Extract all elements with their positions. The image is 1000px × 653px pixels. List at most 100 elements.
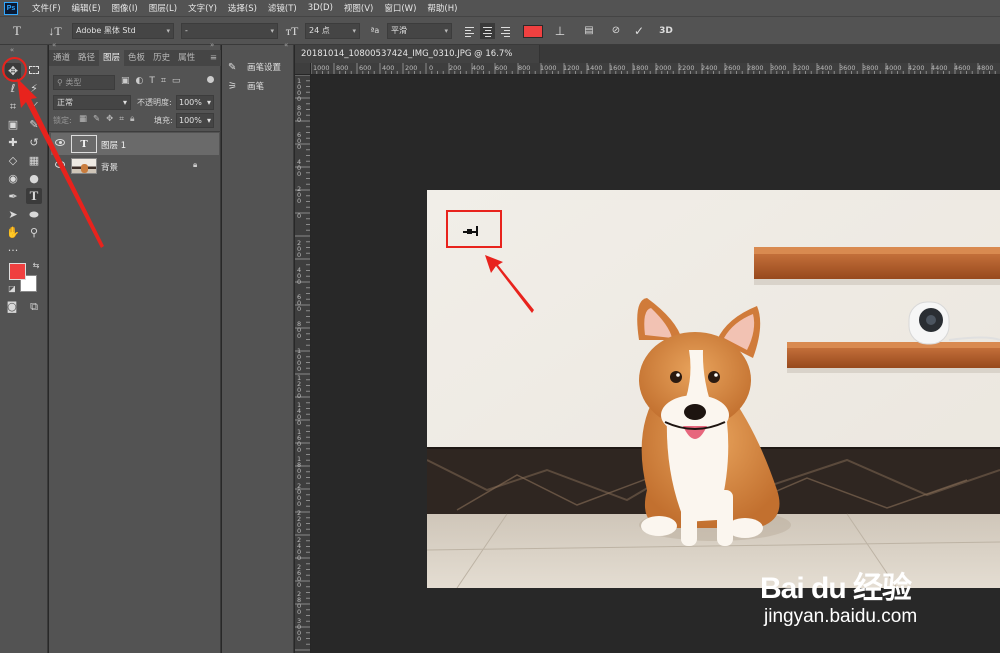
tab-history[interactable]: 历史 [149, 50, 174, 66]
frame-tool-icon[interactable]: ▣ [5, 117, 21, 133]
align-center-button[interactable] [480, 23, 495, 39]
swap-colors-icon[interactable]: ⇆ [28, 258, 44, 274]
fill-input[interactable]: 100% ▾ [176, 113, 214, 128]
ruler-origin[interactable] [295, 63, 311, 75]
character-panel-icon[interactable]: ▤ [582, 24, 596, 38]
ruler-tick-label: 800 [297, 104, 302, 124]
tab-properties[interactable]: 属性 [174, 50, 199, 66]
zoom-tool-icon[interactable]: ⚲ [26, 225, 42, 241]
ellipse-tool-icon[interactable]: ⬬ [26, 207, 42, 223]
visibility-eye-icon[interactable] [55, 139, 65, 146]
tab-layers[interactable]: 图层 [99, 50, 125, 66]
type-tool-preset-icon[interactable]: T [10, 24, 24, 38]
font-family-value: Adobe 黑体 Std [76, 26, 136, 35]
ruler-tick-label: 4600 [954, 64, 971, 72]
lasso-tool-icon[interactable]: ℓ [5, 81, 21, 97]
crop-tool-icon[interactable]: ⌗ [5, 99, 21, 115]
menu-view[interactable]: 视图(V) [344, 2, 373, 14]
brush-item[interactable]: ⚞ 画笔 [228, 78, 264, 94]
font-family-select[interactable]: Adobe 黑体 Std ▾ [72, 23, 174, 39]
foreground-color-swatch[interactable] [9, 263, 26, 280]
menu-type[interactable]: 文字(Y) [188, 2, 217, 14]
more-tools-icon[interactable]: ··· [5, 243, 21, 259]
pen-tool-icon[interactable]: ✒ [5, 189, 21, 205]
layer-row-background[interactable]: 背景 🔒︎ [51, 155, 219, 177]
screen-mode-icon[interactable]: ⧉ [26, 299, 42, 315]
tab-swatches[interactable]: 色板 [124, 50, 149, 66]
antialias-value: 平滑 [391, 26, 407, 35]
ruler-tick-label: 4000 [885, 64, 902, 72]
ruler-tick-label: 400 [382, 64, 395, 72]
text-color-swatch[interactable] [523, 25, 543, 38]
horizontal-ruler[interactable]: 1000 800 600 400 200 0 200 400 600 800 1… [311, 63, 1000, 75]
menu-file[interactable]: 文件(F) [32, 2, 61, 14]
layer-filter-icons[interactable]: ▣◐T⌗▭ [121, 76, 186, 86]
magic-wand-tool-icon[interactable]: ⚡ [26, 81, 42, 97]
document-tab[interactable]: 20181014_10800537424_IMG_0310.JPG @ 16.7… [295, 45, 540, 77]
history-brush-tool-icon[interactable]: ↺ [26, 135, 42, 151]
collapse-arrows-icon[interactable]: « [52, 41, 56, 49]
vertical-ruler[interactable]: 1000 800 600 400 200 0 200 400 600 800 1000 1200 140… [295, 75, 311, 653]
layer-row-text[interactable]: T 图层 1 [51, 133, 219, 155]
panel-tabs: 通道 路径 图层 色板 历史 属性 ≡ [49, 50, 221, 66]
ruler-tick-label: 600 [297, 293, 302, 313]
menu-edit[interactable]: 编辑(E) [72, 2, 101, 14]
opacity-input[interactable]: 100% ▾ [176, 95, 214, 110]
collapse-arrows-icon[interactable]: « [284, 41, 288, 49]
layer-name[interactable]: 图层 1 [101, 139, 126, 151]
fill-value: 100% [179, 116, 202, 125]
marquee-tool-icon[interactable] [26, 63, 42, 79]
ruler-tick-label: 200 [297, 185, 302, 205]
menu-window[interactable]: 窗口(W) [384, 2, 416, 14]
options-bar: T ↓T Adobe 黑体 Std ▾ - ▾ тT 24 点 ▾ ªa 平滑 ▾ ⊥ … [0, 16, 1000, 45]
brush-tool-icon[interactable]: ✎ [26, 117, 42, 133]
blend-mode-select[interactable]: 正常 ▾ [53, 95, 131, 110]
type-tool-icon[interactable]: T [26, 188, 42, 204]
lock-label: 锁定: [53, 116, 72, 125]
gradient-tool-icon[interactable]: ▦ [26, 153, 42, 169]
ruler-tick-label: 1600 [609, 64, 626, 72]
3d-button[interactable]: 3D [657, 24, 675, 38]
chevron-down-icon: ▾ [352, 27, 356, 35]
ruler-tick-label: 1800 [297, 455, 302, 481]
menu-select[interactable]: 选择(S) [228, 2, 257, 14]
menu-help[interactable]: 帮助(H) [427, 2, 457, 14]
commit-check-icon[interactable]: ✓ [632, 24, 646, 38]
lock-icons[interactable]: ▦✎✥⌗🔒︎ [79, 114, 141, 124]
blur-tool-icon[interactable]: ◉ [5, 171, 21, 187]
dodge-tool-icon[interactable]: ● [26, 171, 42, 187]
collapse-arrows-icon[interactable]: « [4, 42, 20, 58]
quick-mask-icon[interactable]: ◙ [4, 299, 20, 315]
filter-toggle-icon[interactable] [207, 76, 214, 83]
eraser-tool-icon[interactable]: ◇ [5, 153, 21, 169]
toggle-text-orientation-icon[interactable]: ↓T [48, 24, 62, 38]
menu-image[interactable]: 图像(I) [112, 2, 138, 14]
brush-settings-item[interactable]: ✎ 画笔设置 [228, 59, 281, 75]
layer-name[interactable]: 背景 [101, 161, 118, 173]
align-left-button[interactable] [462, 23, 477, 39]
cancel-icon[interactable]: ⊘ [609, 24, 623, 38]
hand-tool-icon[interactable]: ✋ [5, 225, 21, 241]
menu-filter[interactable]: 滤镜(T) [268, 2, 297, 14]
font-style-select[interactable]: - ▾ [181, 23, 278, 39]
tab-paths[interactable]: 路径 [74, 50, 99, 66]
eyedropper-tool-icon[interactable]: ⟋ [26, 99, 42, 115]
align-right-button[interactable] [498, 23, 513, 39]
default-colors-icon[interactable]: ◪ [4, 281, 20, 297]
visibility-eye-icon[interactable] [55, 161, 65, 168]
tab-channels[interactable]: 通道 [49, 50, 74, 66]
font-style-value: - [185, 26, 188, 35]
antialias-select[interactable]: 平滑 ▾ [387, 23, 452, 39]
document-photo[interactable] [427, 190, 1000, 588]
panel-menu-icon[interactable]: ≡ [206, 50, 221, 66]
menu-3d[interactable]: 3D(D) [308, 3, 333, 13]
warp-text-icon[interactable]: ⊥ [553, 24, 567, 38]
path-selection-tool-icon[interactable]: ➤ [5, 207, 21, 223]
ruler-tick-label: 2600 [724, 64, 741, 72]
healing-brush-tool-icon[interactable]: ✚ [5, 135, 21, 151]
font-size-value: 24 点 [309, 26, 330, 35]
collapse-arrows-icon[interactable]: » [210, 41, 214, 49]
menu-layer[interactable]: 图层(L) [149, 2, 177, 14]
font-size-select[interactable]: 24 点 ▾ [305, 23, 360, 39]
layer-filter-select[interactable]: ⚲ 类型 [53, 75, 115, 90]
